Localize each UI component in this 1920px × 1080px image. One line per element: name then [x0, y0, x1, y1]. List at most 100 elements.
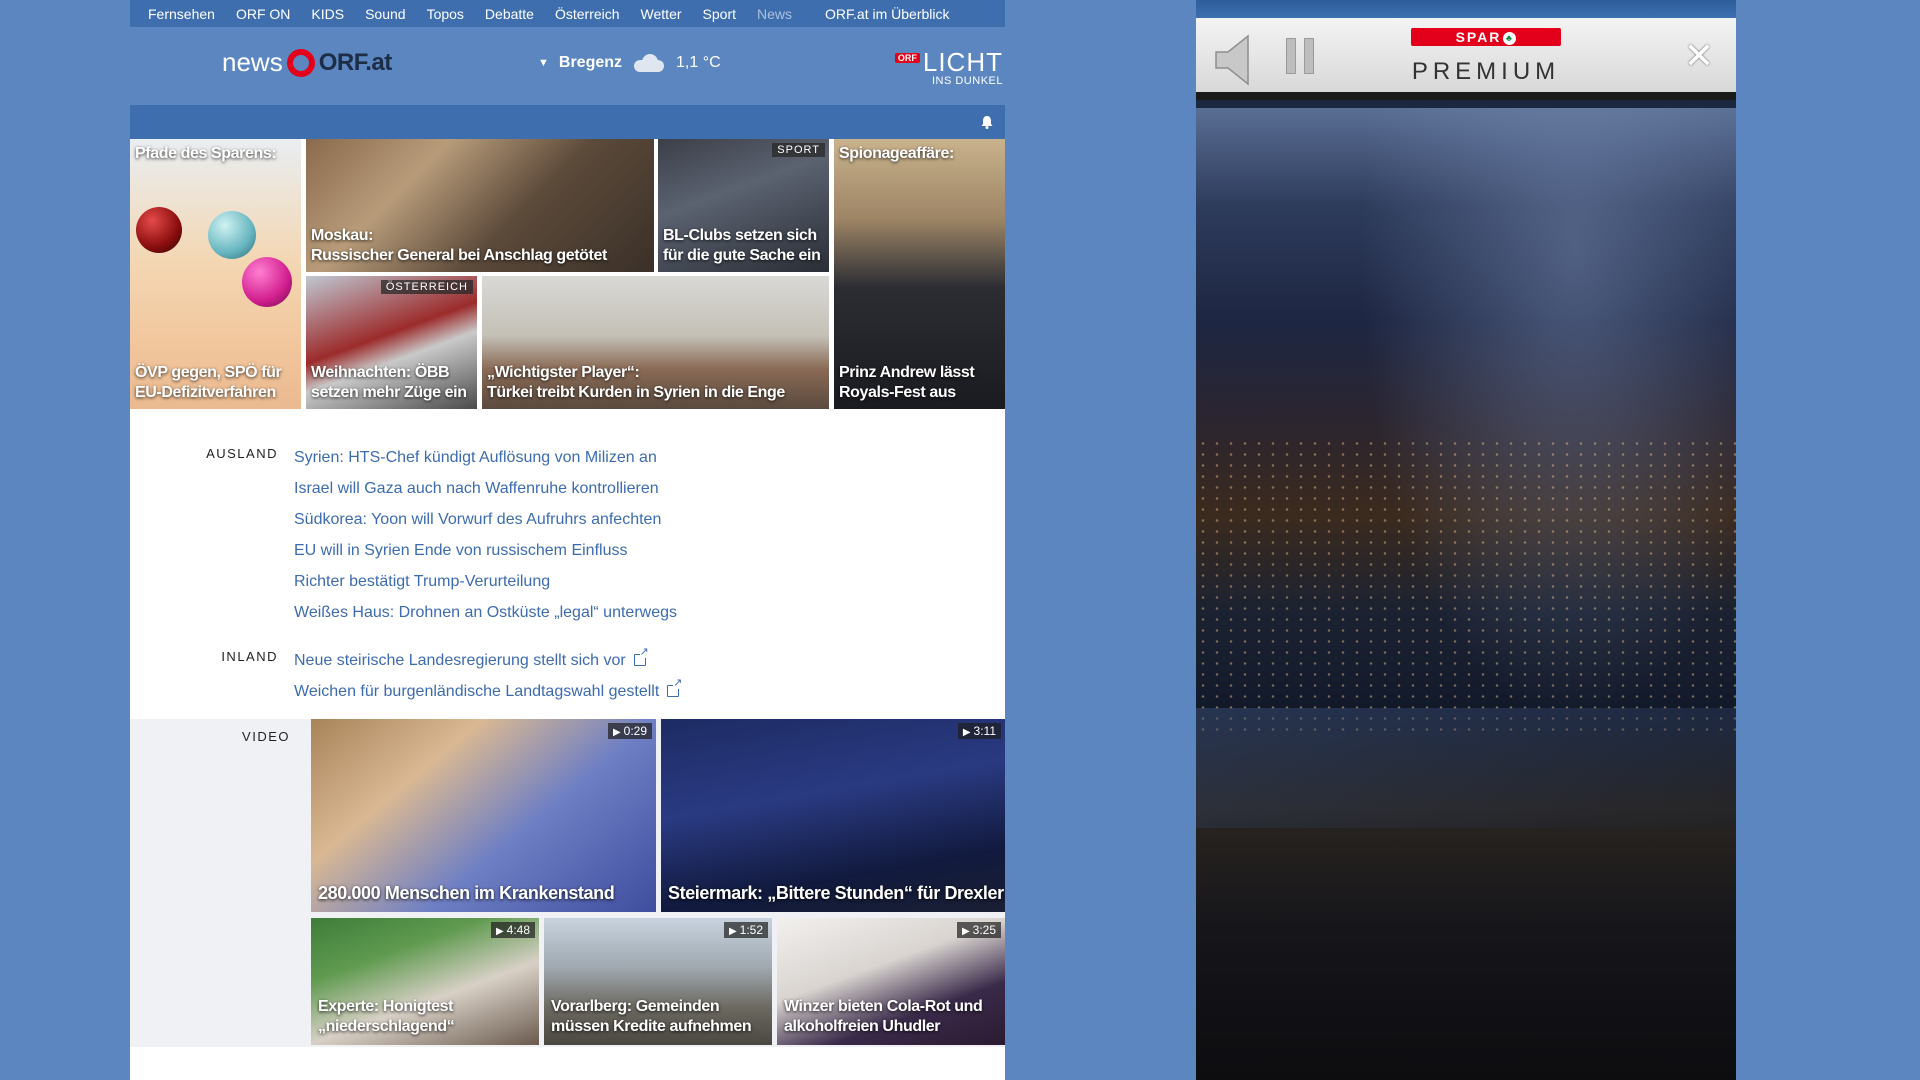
- video-caption: Experte: Honigtest „niederschlagend“: [318, 998, 455, 1035]
- section-label-ausland: AUSLAND: [206, 446, 278, 461]
- play-icon: ▶: [962, 727, 971, 738]
- nav-oesterreich[interactable]: Österreich: [555, 6, 620, 22]
- top-navigation: Fernsehen ORF ON KIDS Sound Topos Debatt…: [130, 0, 1005, 27]
- hero-tile-moskau[interactable]: Moskau: Russischer General bei Anschlag …: [306, 139, 654, 272]
- hero-tile-tuerkei[interactable]: „Wichtigster Player“: Türkei treibt Kurd…: [482, 276, 829, 409]
- video-tile-drexler[interactable]: ▶ 3:11 Steiermark: „Bittere Stunden“ für …: [661, 719, 1005, 912]
- river-image: [1196, 708, 1736, 828]
- video-tile-vorarlberg[interactable]: ▶ 1:52 Vorarlberg: Gemeinden müssen Kredi…: [544, 918, 772, 1045]
- section-ausland: AUSLAND Syrien: HTS-Chef kündigt Auflösu…: [130, 442, 677, 628]
- licht-title: LICHT: [922, 47, 1003, 77]
- tile-kicker: Pfade des Sparens:: [135, 145, 277, 162]
- below-fold-content: [130, 1047, 1005, 1080]
- news-link[interactable]: EU will in Syrien Ende von russischem Ei…: [294, 535, 677, 566]
- site-header: news ORF.at ▼ Bregenz 1,1 °C ORF LICHT I…: [130, 27, 1005, 105]
- orf-news-page: Fernsehen ORF ON KIDS Sound Topos Debatt…: [130, 0, 1005, 1080]
- news-link[interactable]: Israel will Gaza auch nach Waffenruhe ko…: [294, 473, 677, 504]
- video-caption: Steiermark: „Bittere Stunden“ für Drexle…: [668, 883, 1004, 903]
- nav-overview[interactable]: ORF.at im Überblick: [825, 6, 949, 22]
- video-caption: 280.000 Menschen im Krankenstand: [318, 883, 615, 903]
- tile-caption: „Wichtigster Player“: Türkei treibt Kurd…: [487, 363, 785, 403]
- external-link-icon: [633, 647, 649, 666]
- nav-wetter[interactable]: Wetter: [641, 6, 682, 22]
- duration-text: 3:11: [973, 724, 996, 738]
- nav-topos[interactable]: Topos: [427, 6, 464, 22]
- weather-widget[interactable]: ▼ Bregenz 1,1 °C: [538, 54, 721, 72]
- hero-tile-bl-clubs[interactable]: SPORT BL-Clubs setzen sich für die gute …: [658, 139, 829, 272]
- nav-orf-on[interactable]: ORF ON: [236, 6, 290, 22]
- decorative-ball-image: [242, 257, 292, 307]
- news-link[interactable]: Südkorea: Yoon will Vorwurf des Aufruhrs…: [294, 504, 677, 535]
- section-label-inland: INLAND: [221, 649, 278, 664]
- spar-tree-icon: ♣: [1503, 32, 1517, 45]
- news-link[interactable]: Weißes Haus: Drohnen an Ostküste „legal“…: [294, 597, 677, 628]
- spar-logo: SPAR ♣: [1411, 28, 1561, 46]
- ad-top-strip: [1196, 0, 1736, 18]
- hero-tile-oebb[interactable]: ÖSTERREICH Weihnachten: ÖBB setzen mehr …: [306, 276, 477, 409]
- video-duration: ▶ 4:48: [490, 922, 535, 938]
- external-link-icon: [667, 678, 683, 697]
- duration-text: 0:29: [623, 724, 647, 738]
- logo-news-text: news: [222, 47, 283, 77]
- licht-ins-dunkel-banner[interactable]: ORF LICHT INS DUNKEL: [894, 47, 1003, 87]
- tile-caption: ÖVP gegen, SPÖ für EU-Defizitverfahren: [135, 364, 282, 401]
- nav-sport[interactable]: Sport: [703, 6, 736, 22]
- video-tile-honigtest[interactable]: ▶ 4:48 Experte: Honigtest „niederschlagen…: [311, 918, 539, 1045]
- ad-control-bar: SPAR ♣ PREMIUM ✕: [1196, 18, 1736, 100]
- news-link[interactable]: Richter bestätigt Trump-Verurteilung: [294, 566, 677, 597]
- weather-temperature: 1,1 °C: [676, 54, 721, 71]
- pause-icon[interactable]: [1286, 38, 1322, 79]
- tile-caption: Moskau: Russischer General bei Anschlag …: [311, 226, 607, 266]
- video-duration: ▶ 3:11: [957, 723, 1001, 739]
- nav-debatte[interactable]: Debatte: [485, 6, 534, 22]
- video-caption: Vorarlberg: Gemeinden müssen Kredite auf…: [551, 998, 752, 1035]
- decorative-ball-image: [136, 207, 182, 253]
- nav-kids[interactable]: KIDS: [311, 6, 344, 22]
- hero-grid: Pfade des Sparens: ÖVP gegen, SPÖ für EU…: [130, 139, 1005, 409]
- news-link[interactable]: Syrien: HTS-Chef kündigt Auflösung von M…: [294, 442, 677, 473]
- ad-title: PREMIUM: [1411, 58, 1561, 85]
- news-link-text: Weichen für burgenländische Landtagswahl…: [294, 683, 660, 700]
- close-icon[interactable]: ✕: [1684, 38, 1714, 74]
- spar-premium-video-ad[interactable]: SPAR ♣ PREMIUM ✕: [1196, 0, 1736, 1080]
- nav-news-active[interactable]: News: [757, 6, 792, 22]
- news-list: AUSLAND Syrien: HTS-Chef kündigt Auflösu…: [130, 409, 1005, 719]
- tile-caption-line1: Moskau:: [311, 227, 374, 244]
- video-duration: ▶ 1:52: [723, 922, 768, 938]
- news-link-text: Neue steirische Landesregierung stellt s…: [294, 652, 626, 669]
- news-link-external[interactable]: Neue steirische Landesregierung stellt s…: [294, 645, 679, 676]
- hero-tile-prinz-andrew[interactable]: Spionageaffäre: Prinz Andrew lässt Royal…: [834, 139, 1005, 409]
- tile-kicker: Spionageaffäre:: [839, 145, 954, 162]
- spar-logo-text: SPAR: [1455, 29, 1502, 45]
- duration-text: 4:48: [506, 923, 530, 937]
- notification-bar: [130, 105, 1005, 139]
- mute-speaker-icon[interactable]: [1214, 34, 1258, 91]
- tile-caption: Weihnachten: ÖBB setzen mehr Züge ein: [311, 364, 467, 401]
- tile-caption-line2: Türkei treibt Kurden in Syrien in die En…: [487, 384, 785, 401]
- play-icon: ▶: [728, 926, 737, 937]
- tile-caption: Prinz Andrew lässt Royals-Fest aus: [839, 364, 975, 401]
- decorative-ball-image: [208, 211, 256, 259]
- video-tile-krankenstand[interactable]: ▶ 0:29 280.000 Menschen im Krankenstand: [311, 719, 656, 912]
- tile-caption-line2: Russischer General bei Anschlag getötet: [311, 247, 607, 264]
- video-caption: Winzer bieten Cola-Rot und alkoholfreien…: [784, 998, 983, 1035]
- duration-text: 3:25: [972, 923, 996, 937]
- news-link-external[interactable]: Weichen für burgenländische Landtagswahl…: [294, 676, 683, 707]
- video-section: VIDEO ▶ 0:29 280.000 Menschen im Krankens…: [130, 719, 1005, 1047]
- orf-badge: ORF: [894, 53, 920, 63]
- video-tile-winzer[interactable]: ▶ 3:25 Winzer bieten Cola-Rot und alkohol…: [777, 918, 1005, 1045]
- nav-fernsehen[interactable]: Fernsehen: [148, 6, 215, 22]
- nav-sound[interactable]: Sound: [365, 6, 405, 22]
- duration-text: 1:52: [739, 923, 763, 937]
- tile-caption: BL-Clubs setzen sich für die gute Sache …: [663, 227, 821, 264]
- category-tag: SPORT: [772, 143, 825, 157]
- city-skyline-video: [1196, 108, 1736, 1080]
- video-duration: ▶ 3:25: [956, 922, 1001, 938]
- news-orf-logo[interactable]: news ORF.at: [222, 47, 392, 78]
- logo-orf-text: ORF.at: [318, 48, 393, 76]
- city-lights-image: [1196, 438, 1736, 738]
- tile-caption-line1: „Wichtigster Player“:: [487, 364, 640, 381]
- bell-icon[interactable]: [981, 115, 993, 129]
- hero-tile-eu-defizit[interactable]: Pfade des Sparens: ÖVP gegen, SPÖ für EU…: [130, 139, 301, 409]
- chevron-down-icon[interactable]: ▼: [538, 57, 549, 69]
